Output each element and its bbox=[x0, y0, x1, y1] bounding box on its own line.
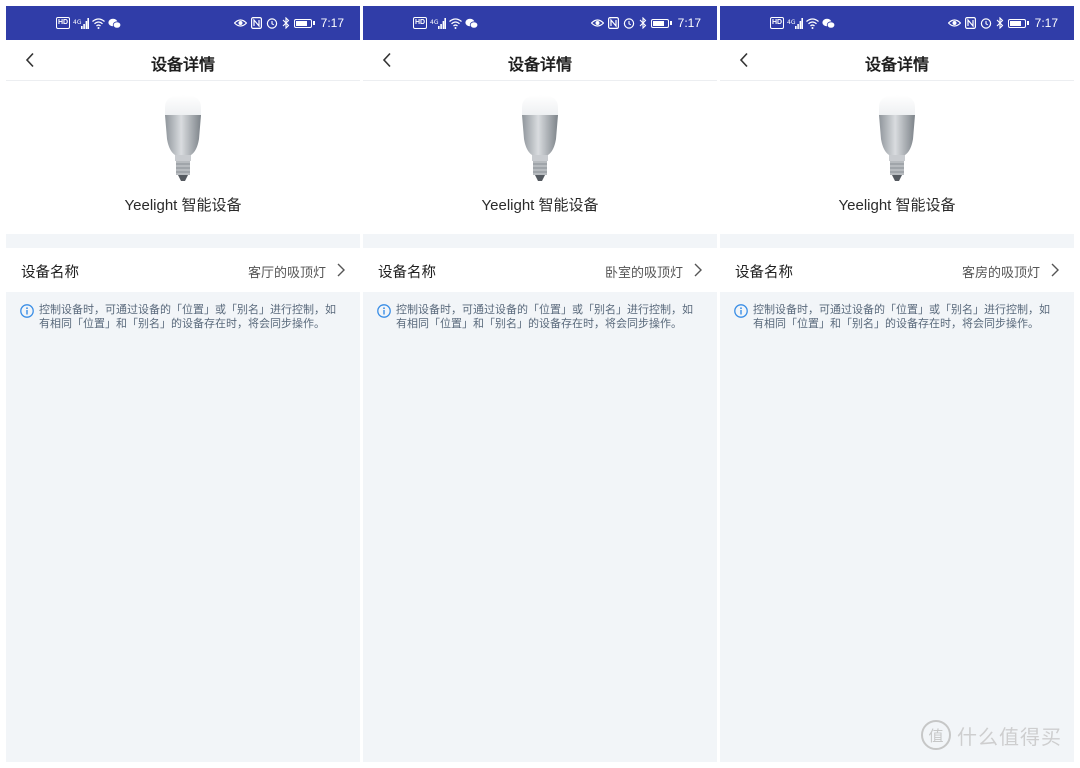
status-bar-left: HD 4G bbox=[56, 16, 122, 30]
info-text: 控制设备时，可通过设备的「位置」或「别名」进行控制，如有相同「位置」和「别名」的… bbox=[396, 304, 693, 330]
info-text: 控制设备时，可通过设备的「位置」或「别名」进行控制，如有相同「位置」和「别名」的… bbox=[753, 304, 1050, 330]
page-title: 设备详情 bbox=[864, 57, 929, 74]
status-time: 7:17 bbox=[1034, 16, 1058, 30]
hd-icon: HD bbox=[770, 17, 785, 29]
eye-comfort-icon bbox=[233, 18, 247, 28]
eye-comfort-icon bbox=[590, 18, 604, 28]
bluetooth-icon bbox=[639, 17, 647, 29]
signal-icon: 4G bbox=[430, 17, 447, 29]
device-type-label: Yeelight 智能设备 bbox=[124, 197, 242, 214]
wechat-icon bbox=[465, 18, 479, 29]
chevron-right-icon bbox=[337, 263, 345, 277]
wechat-icon bbox=[108, 18, 122, 29]
alarm-icon bbox=[266, 17, 278, 29]
status-time: 7:17 bbox=[677, 16, 701, 30]
eye-comfort-icon bbox=[947, 18, 961, 28]
info-notice: 控制设备时，可通过设备的「位置」或「别名」进行控制，如有相同「位置」和「别名」的… bbox=[20, 304, 346, 331]
svg-text:4G: 4G bbox=[787, 19, 796, 26]
phone-screen-2: HD 4G 7:17 设备详情 Yeelight 智能设备 设备名称 卧室的吸顶… bbox=[363, 6, 717, 762]
watermark-text: 什么值得买 bbox=[957, 726, 1062, 749]
title-bar: 设备详情 bbox=[363, 40, 717, 81]
device-hero: Yeelight 智能设备 bbox=[720, 81, 1074, 234]
alarm-icon bbox=[980, 17, 992, 29]
nfc-icon bbox=[607, 17, 619, 29]
device-name-label: 设备名称 bbox=[735, 265, 793, 281]
chevron-right-icon bbox=[694, 263, 702, 277]
status-bar: HD 4G 7:17 bbox=[363, 6, 717, 40]
status-bar-left: HD 4G bbox=[770, 16, 836, 30]
chevron-right-icon bbox=[1051, 263, 1059, 277]
battery-tip bbox=[312, 21, 315, 25]
battery-icon bbox=[650, 18, 669, 28]
signal-icon: 4G bbox=[787, 17, 804, 29]
info-notice: 控制设备时，可通过设备的「位置」或「别名」进行控制，如有相同「位置」和「别名」的… bbox=[377, 304, 703, 331]
screenshot-collage: HD 4G 7:17 设备详情 Yeelight 智能设备 设备名称 客厅的吸顶… bbox=[0, 0, 1080, 768]
status-bar: HD 4G 7:17 bbox=[720, 6, 1074, 40]
wifi-icon bbox=[449, 17, 463, 29]
device-type-label: Yeelight 智能设备 bbox=[838, 197, 956, 214]
status-time: 7:17 bbox=[320, 16, 344, 30]
battery-tip bbox=[669, 21, 672, 25]
title-bar: 设备详情 bbox=[6, 40, 360, 81]
alarm-icon bbox=[623, 17, 635, 29]
info-text: 控制设备时，可通过设备的「位置」或「别名」进行控制，如有相同「位置」和「别名」的… bbox=[39, 304, 336, 330]
info-icon bbox=[377, 304, 391, 318]
status-bar-left: HD 4G bbox=[413, 16, 479, 30]
device-name-row[interactable]: 设备名称 客厅的吸顶灯 bbox=[6, 248, 360, 292]
svg-text:4G: 4G bbox=[73, 19, 82, 26]
bulb-image bbox=[522, 95, 558, 181]
info-icon bbox=[20, 304, 34, 318]
wifi-icon bbox=[92, 17, 106, 29]
device-name-value: 卧室的吸顶灯 bbox=[604, 265, 683, 280]
watermark: 值 什么值得买 bbox=[921, 718, 1062, 752]
device-name-row[interactable]: 设备名称 客房的吸顶灯 bbox=[720, 248, 1074, 292]
phone-screen-1: HD 4G 7:17 设备详情 Yeelight 智能设备 设备名称 客厅的吸顶… bbox=[6, 6, 360, 762]
phone-screen-3: HD 4G 7:17 设备详情 Yeelight 智能设备 设备名称 客房的吸顶… bbox=[720, 6, 1074, 762]
bulb-image bbox=[879, 95, 915, 181]
bluetooth-icon bbox=[996, 17, 1004, 29]
status-bar-right: 7:17 bbox=[233, 16, 344, 30]
title-bar: 设备详情 bbox=[720, 40, 1074, 81]
bulb-image bbox=[165, 95, 201, 181]
wechat-icon bbox=[822, 18, 836, 29]
info-notice: 控制设备时，可通过设备的「位置」或「别名」进行控制，如有相同「位置」和「别名」的… bbox=[734, 304, 1060, 331]
device-type-label: Yeelight 智能设备 bbox=[481, 197, 599, 214]
battery-tip bbox=[1026, 21, 1029, 25]
status-bar: HD 4G 7:17 bbox=[6, 6, 360, 40]
bluetooth-icon bbox=[282, 17, 290, 29]
device-name-value: 客厅的吸顶灯 bbox=[247, 265, 326, 280]
device-name-value: 客房的吸顶灯 bbox=[961, 265, 1040, 280]
battery-icon bbox=[293, 18, 312, 28]
nfc-icon bbox=[250, 17, 262, 29]
device-name-label: 设备名称 bbox=[378, 265, 436, 281]
device-name-row[interactable]: 设备名称 卧室的吸顶灯 bbox=[363, 248, 717, 292]
device-hero: Yeelight 智能设备 bbox=[363, 81, 717, 234]
device-name-label: 设备名称 bbox=[21, 265, 79, 281]
signal-icon: 4G bbox=[73, 17, 90, 29]
battery-icon bbox=[1007, 18, 1026, 28]
info-icon bbox=[734, 304, 748, 318]
page-title: 设备详情 bbox=[507, 57, 572, 74]
hd-icon: HD bbox=[56, 17, 71, 29]
watermark-logo: 值 bbox=[921, 720, 951, 750]
device-hero: Yeelight 智能设备 bbox=[6, 81, 360, 234]
nfc-icon bbox=[964, 17, 976, 29]
status-bar-right: 7:17 bbox=[590, 16, 701, 30]
wifi-icon bbox=[806, 17, 820, 29]
status-bar-right: 7:17 bbox=[947, 16, 1058, 30]
hd-icon: HD bbox=[413, 17, 428, 29]
svg-text:4G: 4G bbox=[430, 19, 439, 26]
page-title: 设备详情 bbox=[150, 57, 215, 74]
